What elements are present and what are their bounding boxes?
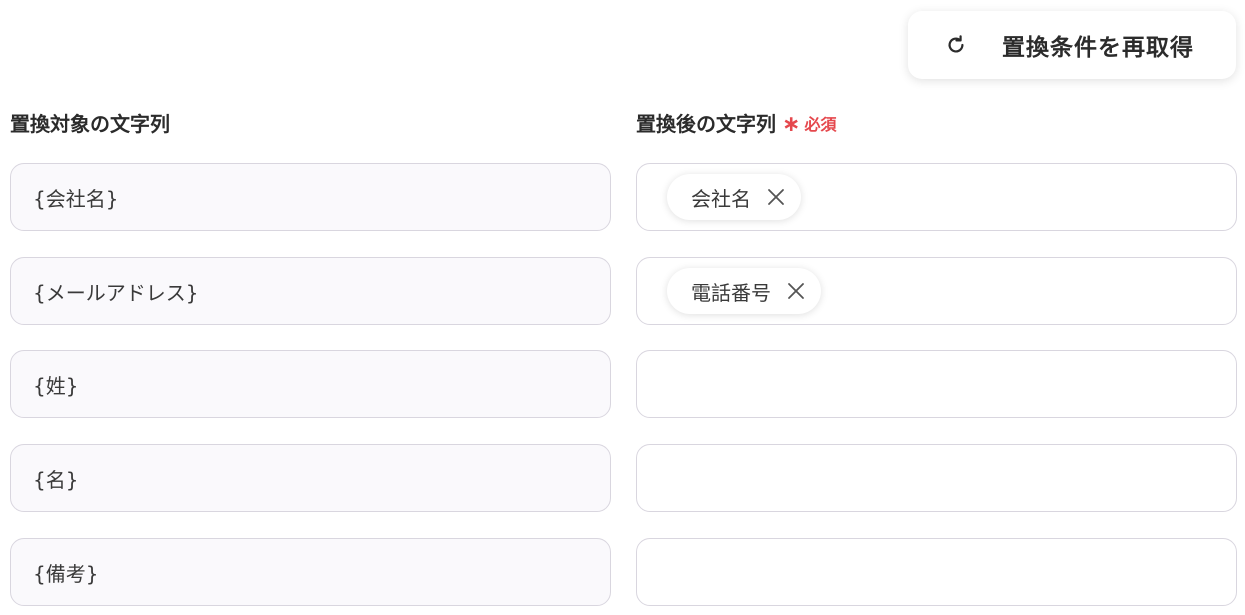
source-field-3[interactable]: {姓} [10, 350, 611, 418]
refresh-button-label: 置換条件を再取得 [1002, 35, 1194, 61]
source-column-label-text: 置換対象の文字列 [10, 112, 170, 136]
target-column-label-text: 置換後の文字列 [636, 112, 776, 136]
required-text: 必須 [804, 114, 837, 134]
source-field-value: {姓} [33, 373, 79, 398]
source-column-label: 置換対象の文字列 [10, 108, 170, 137]
target-field-4[interactable] [636, 444, 1237, 512]
target-field-2[interactable]: 電話番号 [636, 257, 1237, 325]
source-field-value: {メールアドレス} [33, 280, 199, 305]
target-field-3[interactable] [636, 350, 1237, 418]
refresh-icon [944, 33, 968, 57]
source-field-5[interactable]: {備考} [10, 538, 611, 606]
chip-label: 電話番号 [691, 280, 771, 305]
required-badge: ∗ 必須 [782, 111, 836, 135]
close-icon[interactable] [785, 280, 807, 302]
target-column-label: 置換後の文字列 ∗ 必須 [636, 108, 836, 137]
target-field-1[interactable]: 会社名 [636, 163, 1237, 231]
required-asterisk-icon: ∗ [782, 111, 801, 137]
source-field-1[interactable]: {会社名} [10, 163, 611, 231]
close-icon[interactable] [765, 186, 787, 208]
source-field-2[interactable]: {メールアドレス} [10, 257, 611, 325]
variable-chip[interactable]: 会社名 [667, 174, 801, 220]
source-field-value: {名} [33, 467, 79, 492]
target-field-5[interactable] [636, 538, 1237, 606]
variable-chip[interactable]: 電話番号 [667, 268, 821, 314]
source-field-4[interactable]: {名} [10, 444, 611, 512]
source-field-value: {備考} [33, 561, 99, 586]
source-field-value: {会社名} [33, 186, 119, 211]
chip-label: 会社名 [691, 186, 751, 211]
refresh-conditions-button[interactable]: 置換条件を再取得 [908, 11, 1236, 79]
